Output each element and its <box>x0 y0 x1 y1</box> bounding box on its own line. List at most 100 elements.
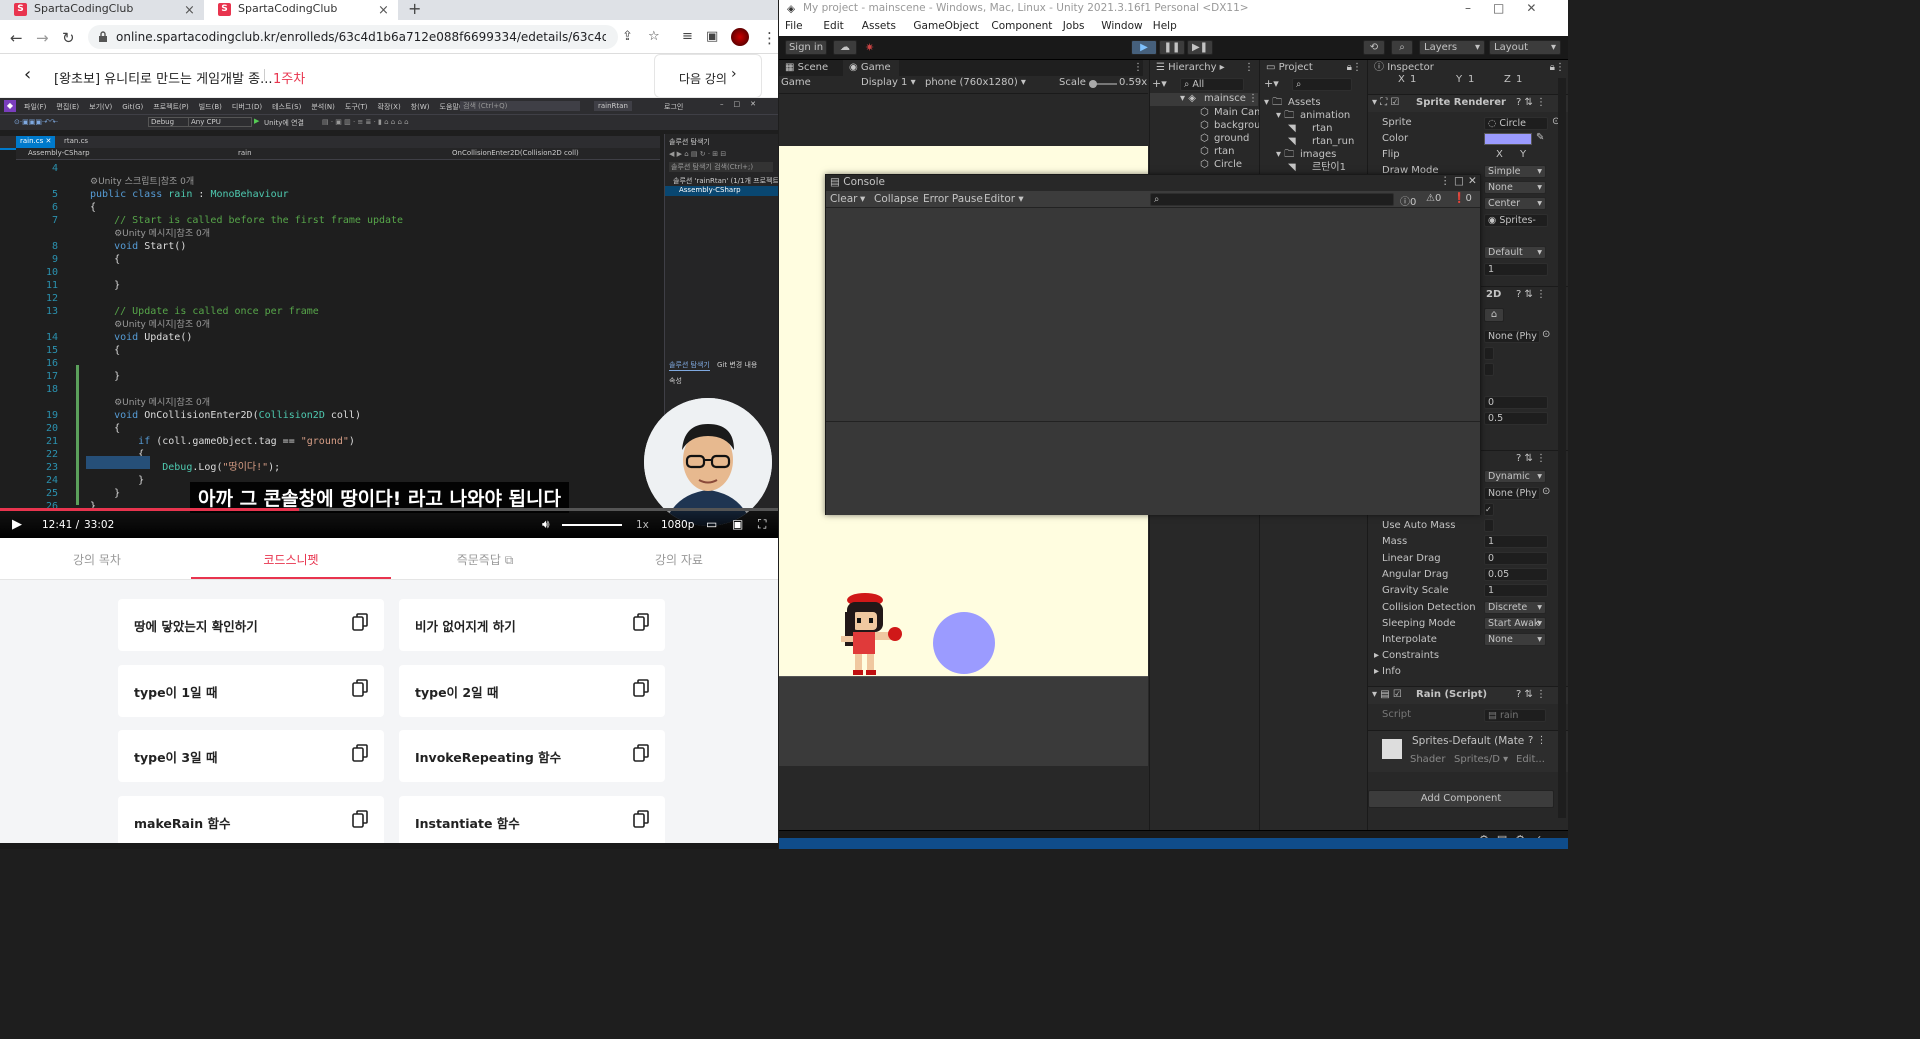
play-icon[interactable]: ▶ <box>12 517 22 532</box>
collab-icon[interactable]: ✷ <box>865 41 874 54</box>
layout-dropdown[interactable]: Layout ▾ <box>1489 40 1561 55</box>
order-in-layer-field[interactable]: 1 <box>1484 263 1548 276</box>
console-titlebar[interactable]: ▤ Console ⋮ □ ✕ <box>826 175 1480 191</box>
step-button[interactable]: ▶❚ <box>1187 40 1213 55</box>
next-lecture-button[interactable]: 다음 강의 › <box>654 54 762 98</box>
value-field[interactable]: 1 <box>1484 535 1548 549</box>
resolution-dropdown[interactable]: phone (760x1280) ▾ <box>925 77 1026 88</box>
unity-menu-item[interactable]: Window <box>1101 18 1142 35</box>
hierarchy-item[interactable]: ⬡ Main Cam <box>1150 106 1264 119</box>
copy-icon[interactable] <box>352 744 368 762</box>
tab-scene[interactable]: ▦ Scene <box>779 60 843 76</box>
snippet-card[interactable]: InvokeRepeating 함수 <box>399 730 665 782</box>
back-icon[interactable]: ← <box>10 29 23 47</box>
profile-avatar[interactable] <box>731 28 749 46</box>
clear-button[interactable]: Clear <box>830 193 857 205</box>
display-dropdown[interactable]: Display 1 ▾ <box>861 77 916 88</box>
chrome-menu-icon[interactable]: ⋮ <box>762 29 777 47</box>
scene-row[interactable]: ▾ ◈ mainsce ⋮ <box>1150 93 1258 106</box>
error-count[interactable]: ❗0 <box>1453 193 1472 204</box>
object-picker-icon[interactable]: ⊙ <box>1542 486 1550 497</box>
share-icon[interactable]: ⇪ <box>622 29 633 44</box>
dropdown[interactable]: Discrete ▾ <box>1484 600 1546 614</box>
collapse-button[interactable]: Collapse <box>874 193 919 205</box>
unity-menu-item[interactable]: Component <box>991 18 1052 35</box>
project-item[interactable]: ◥ rtan <box>1260 122 1366 135</box>
offset-field[interactable]: 0 <box>1484 396 1548 409</box>
fullscreen-icon[interactable]: ⛶ <box>758 517 766 532</box>
sprite-renderer-header[interactable]: ▾ ⛶ ☑ Sprite Renderer ? ⇅ ⋮ <box>1368 94 1568 112</box>
maximize-icon[interactable]: □ <box>1454 175 1464 187</box>
hierarchy-item[interactable]: ⬡ Circle <box>1150 158 1258 171</box>
project-search[interactable]: ⌕ <box>1292 78 1352 91</box>
browser-tab-2[interactable]: S SpartaCodingClub × <box>204 0 398 20</box>
copy-icon[interactable] <box>633 809 649 828</box>
tab-hierarchy[interactable]: ☰ Hierarchy ▸ ⋮ <box>1150 60 1258 76</box>
component-icons[interactable]: ? ⋮ <box>1528 735 1547 746</box>
lecture-tab[interactable]: 강의 목차 <box>0 551 194 568</box>
checkbox[interactable] <box>1484 519 1494 532</box>
component-icons[interactable]: ? ⇅ ⋮ <box>1516 97 1546 108</box>
editor-dropdown[interactable]: Editor ▾ <box>984 193 1024 205</box>
bookmark-star-icon[interactable]: ☆ <box>648 29 660 44</box>
flip-y[interactable]: Y <box>1520 147 1526 163</box>
lecture-tab[interactable]: 즉문즉답 ⧉ <box>388 551 582 568</box>
copy-icon[interactable] <box>633 613 649 631</box>
value-field[interactable]: 1 <box>1484 584 1548 598</box>
warning-count[interactable]: ⚠0 <box>1426 193 1441 204</box>
hierarchy-add-icon[interactable]: +▾ <box>1152 77 1167 90</box>
sort-point-dropdown[interactable]: Center ▾ <box>1484 197 1546 210</box>
project-item[interactable]: ◥ 르탄이1 <box>1260 161 1366 174</box>
search-icon[interactable]: ⌕ <box>1391 40 1413 55</box>
edit-collider-icon[interactable]: ⌂ <box>1484 308 1504 322</box>
radius-field[interactable]: 0.5 <box>1484 412 1548 425</box>
eyedropper-icon[interactable]: ✎ <box>1536 132 1544 143</box>
progress-track[interactable] <box>0 508 778 511</box>
body-type-dropdown[interactable]: Dynamic ▾ <box>1484 470 1546 483</box>
scale-slider[interactable] <box>1089 80 1117 88</box>
console-menu-icon[interactable]: ⋮ <box>1440 175 1451 187</box>
snippet-card[interactable]: makeRain 함수 <box>118 795 384 848</box>
new-tab-icon[interactable]: + <box>408 0 421 18</box>
error-pause-button[interactable]: Error Pause <box>923 193 983 205</box>
material-field[interactable]: ◉ Sprites- <box>1484 214 1548 227</box>
panel-menu-icon[interactable]: ⋮ <box>1133 60 1143 75</box>
rigidbody-header[interactable]: ? ⇅ ⋮ <box>1474 450 1568 466</box>
media-icon[interactable]: ≡ <box>682 29 693 44</box>
component-icons[interactable]: ? ⇅ ⋮ <box>1516 453 1546 464</box>
hierarchy-item[interactable]: ⬡ backgrou <box>1150 119 1260 132</box>
sidepanel-icon[interactable]: ▣ <box>706 29 718 44</box>
game-view-dropdown[interactable]: Game <box>781 77 811 88</box>
rb-material-field[interactable]: None (Phy <box>1484 487 1540 500</box>
console-search-input[interactable]: ⌕ <box>1150 193 1394 206</box>
snippet-card[interactable]: 비가 없어지게 하기 <box>399 599 665 651</box>
copy-icon[interactable] <box>352 613 368 631</box>
simulated-checkbox[interactable]: ✓ <box>1484 503 1494 516</box>
scale-x-value[interactable]: 1 <box>1410 72 1416 88</box>
window-controls[interactable]: –□✕ <box>1465 0 1558 16</box>
close-tab-icon[interactable]: × <box>378 2 389 20</box>
console-tab[interactable]: ▤ Console <box>830 176 885 188</box>
collider-material-field[interactable]: None (Phy <box>1484 330 1540 343</box>
project-item[interactable]: ◥ rtan_run <box>1260 135 1366 148</box>
subtitles-icon[interactable]: ▭ <box>706 517 717 531</box>
console-log-area[interactable] <box>826 209 1480 421</box>
unity-menu-item[interactable]: Assets <box>862 18 896 35</box>
url-box[interactable]: online.spartacodingclub.kr/enrolleds/63c… <box>88 25 618 49</box>
volume-icon[interactable]: 🔊︎ <box>542 517 550 532</box>
component-icons[interactable]: ? ⇅ ⋮ <box>1516 289 1546 300</box>
unity-menu-item[interactable]: File <box>785 18 803 35</box>
unity-menu-item[interactable]: Edit <box>823 18 843 35</box>
close-icon[interactable]: ✕ <box>1468 175 1477 187</box>
used-by-effector-checkbox[interactable] <box>1484 363 1494 376</box>
project-add-icon[interactable]: +▾ <box>1264 77 1279 90</box>
value-field[interactable]: 0 <box>1484 551 1548 565</box>
sprite-field[interactable]: ◌ Circle <box>1484 117 1548 130</box>
reload-icon[interactable]: ↻ <box>62 29 75 47</box>
sorting-layer-dropdown[interactable]: Default ▾ <box>1484 246 1546 259</box>
copy-icon[interactable] <box>352 678 368 697</box>
scale-z-value[interactable]: 1 <box>1516 72 1522 88</box>
object-picker-icon[interactable]: ⊙ <box>1542 329 1550 340</box>
close-tab-icon[interactable]: × <box>184 2 195 20</box>
quality-button[interactable]: 1080p <box>661 519 694 531</box>
